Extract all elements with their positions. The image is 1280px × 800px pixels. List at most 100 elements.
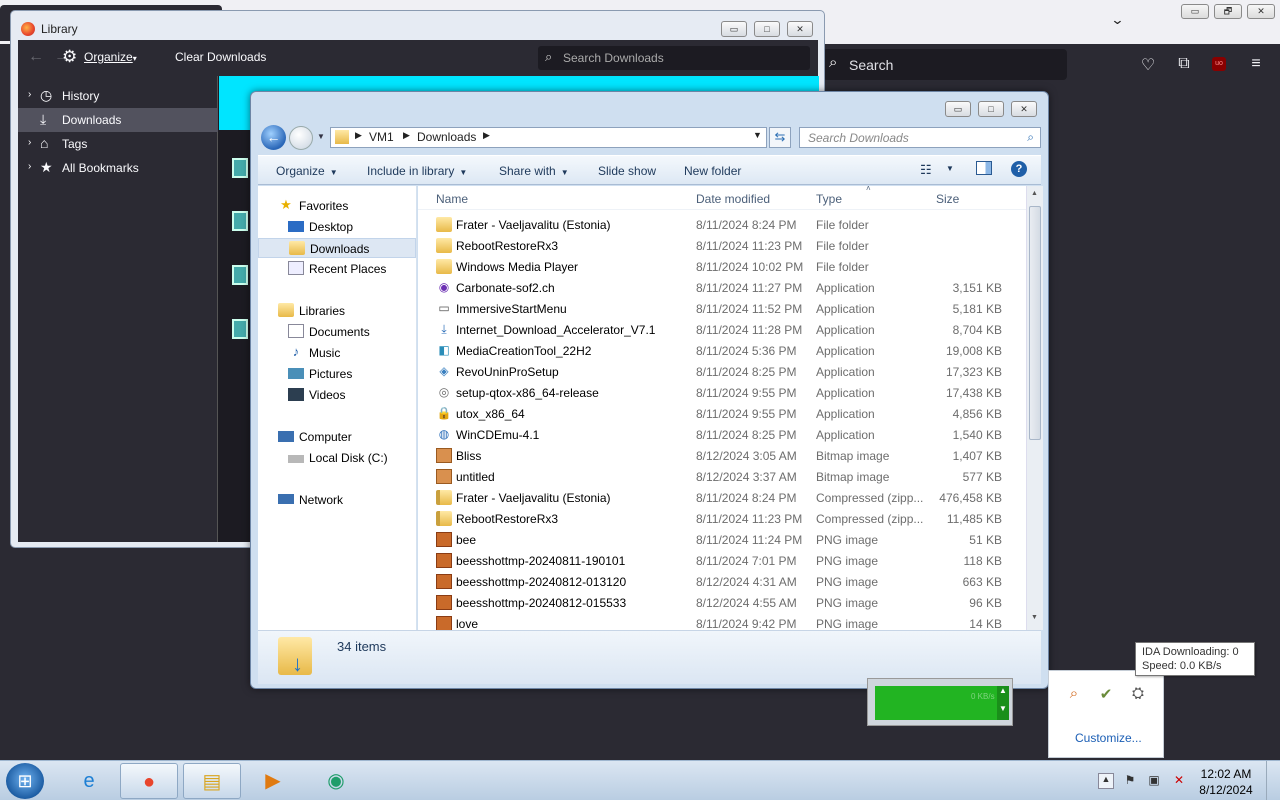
- organize-button[interactable]: ⚙ Organize▾: [62, 47, 137, 66]
- table-row[interactable]: ◧ MediaCreationTool_22H2 8/11/2024 5:36 PM…: [418, 340, 1018, 361]
- file-explorer-icon[interactable]: ▤: [183, 763, 241, 799]
- pocket-icon[interactable]: ♡: [1138, 55, 1158, 75]
- preview-pane-icon[interactable]: [976, 161, 992, 175]
- clock[interactable]: 12:02 AM 8/12/2024: [1196, 766, 1256, 798]
- address-bar[interactable]: ▶ VM1 ▶ Downloads ▶ ▼: [330, 127, 767, 148]
- sidebar-item-history[interactable]: › ◷ History: [18, 84, 218, 108]
- nav-computer[interactable]: Computer: [258, 427, 416, 447]
- firefox-search-input[interactable]: ⌕ Search: [823, 49, 1067, 80]
- nav-videos[interactable]: Videos: [258, 385, 416, 405]
- ida-tray-icon[interactable]: ⛭: [1129, 685, 1147, 703]
- organize-button[interactable]: Organize ▼: [276, 164, 338, 178]
- firefox-icon[interactable]: ●: [120, 763, 178, 799]
- menu-icon[interactable]: ≡: [1246, 55, 1266, 75]
- search-tool-icon[interactable]: ⌕: [1065, 685, 1083, 703]
- refresh-button[interactable]: ⇆: [769, 127, 791, 148]
- library-maximize-button[interactable]: □: [754, 21, 780, 37]
- internet-explorer-icon[interactable]: e: [60, 763, 118, 799]
- table-row[interactable]: ◎ setup-qtox-x86_64-release 8/11/2024 9:55…: [418, 382, 1018, 403]
- table-row[interactable]: Frater - Vaeljavalitu (Estonia) 8/11/2024…: [418, 487, 1018, 508]
- scroll-down-icon[interactable]: ▼: [1031, 614, 1038, 621]
- nav-network[interactable]: Network: [258, 490, 416, 510]
- table-row[interactable]: beesshottmp-20240811-190101 8/11/2024 7:0…: [418, 550, 1018, 571]
- library-minimize-button[interactable]: ▭: [721, 21, 747, 37]
- nav-downloads[interactable]: Downloads: [258, 238, 416, 258]
- table-row[interactable]: ▭ ImmersiveStartMenu 8/11/2024 11:52 PM App…: [418, 298, 1018, 319]
- media-player-icon[interactable]: ▶: [244, 763, 302, 799]
- table-row[interactable]: beesshottmp-20240812-015533 8/12/2024 4:5…: [418, 592, 1018, 613]
- forward-button[interactable]: [289, 126, 313, 150]
- show-hidden-icons-button[interactable]: ▲: [1098, 773, 1114, 789]
- breadcrumb-downloads[interactable]: Downloads: [417, 130, 476, 144]
- restore-button[interactable]: 🗗: [1214, 4, 1242, 19]
- table-row[interactable]: RebootRestoreRx3 8/11/2024 11:23 PM File f…: [418, 235, 1018, 256]
- minimize-button[interactable]: ▭: [1181, 4, 1209, 19]
- explorer-minimize-button[interactable]: ▭: [945, 101, 971, 117]
- share-with-button[interactable]: Share with ▼: [499, 164, 569, 178]
- column-name[interactable]: Name: [436, 192, 468, 206]
- table-row[interactable]: RebootRestoreRx3 8/11/2024 11:23 PM Compre…: [418, 508, 1018, 529]
- action-center-flag-icon[interactable]: ⚑: [1122, 773, 1138, 789]
- nav-libraries[interactable]: Libraries: [258, 301, 416, 321]
- table-row[interactable]: ◉ Carbonate-sof2.ch 8/11/2024 11:27 PM Appl…: [418, 277, 1018, 298]
- vertical-scrollbar[interactable]: ▲ ▼: [1026, 186, 1043, 630]
- ida-dropdown[interactable]: ▲ ▼: [997, 686, 1009, 720]
- table-row[interactable]: Bliss 8/12/2024 3:05 AM Bitmap image 1,407 …: [418, 445, 1018, 466]
- breadcrumb-vm1[interactable]: VM1: [369, 130, 394, 144]
- table-row[interactable]: ◈ RevoUninProSetup 8/11/2024 8:25 PM Applic…: [418, 361, 1018, 382]
- nav-documents[interactable]: Documents: [258, 322, 416, 342]
- table-row[interactable]: beesshottmp-20240812-013120 8/12/2024 4:3…: [418, 571, 1018, 592]
- table-row[interactable]: ⤓ Internet_Download_Accelerator_V7.1 8/11/…: [418, 319, 1018, 340]
- customize-link[interactable]: Customize...: [1075, 731, 1142, 745]
- include-in-library-button[interactable]: Include in library ▼: [367, 164, 467, 178]
- back-button[interactable]: ←: [261, 125, 286, 150]
- table-row[interactable]: love 8/11/2024 9:42 PM PNG image 14 KB: [418, 613, 1018, 630]
- sidebar-item-all-bookmarks[interactable]: › ★ All Bookmarks: [18, 156, 218, 180]
- recent-pages-dropdown-icon[interactable]: ▼: [317, 132, 325, 141]
- column-type[interactable]: Type: [816, 192, 842, 206]
- scroll-up-icon[interactable]: ▲: [1031, 190, 1038, 197]
- nav-recent-places[interactable]: Recent Places: [258, 259, 416, 279]
- table-row[interactable]: Frater - Vaeljavalitu (Estonia) 8/11/2024…: [418, 214, 1018, 235]
- explorer-maximize-button[interactable]: □: [978, 101, 1004, 117]
- change-view-icon[interactable]: ☷: [920, 162, 932, 178]
- sidebar-item-downloads[interactable]: ⤓ Downloads: [18, 108, 218, 132]
- search-downloads-input[interactable]: ⌕ Search Downloads: [538, 46, 810, 70]
- nav-favorites[interactable]: ★ Favorites: [258, 196, 416, 216]
- close-button[interactable]: ✕: [1247, 4, 1275, 19]
- column-size[interactable]: Size: [936, 192, 959, 206]
- app-window-icon: ▭: [438, 301, 450, 315]
- ublock-icon[interactable]: uo: [1212, 57, 1226, 71]
- app-icon[interactable]: ◉: [307, 763, 365, 799]
- list-all-tabs-icon[interactable]: ⌄: [1110, 12, 1124, 28]
- ida-drop-target[interactable]: 0 KB/s ▲ ▼: [867, 678, 1013, 726]
- library-close-button[interactable]: ✕: [787, 21, 813, 37]
- nav-music[interactable]: ♪ Music: [258, 343, 416, 363]
- column-date-modified[interactable]: Date modified: [696, 192, 770, 206]
- help-icon[interactable]: ?: [1011, 161, 1027, 177]
- volume-muted-icon[interactable]: ✕: [1171, 773, 1187, 789]
- view-options-dropdown-icon[interactable]: ▼: [946, 164, 954, 173]
- table-row[interactable]: ◍ WinCDEmu-4.1 8/11/2024 8:25 PM Applicatio…: [418, 424, 1018, 445]
- tray-app-icon[interactable]: ✔: [1097, 685, 1115, 703]
- clear-downloads-button[interactable]: Clear Downloads: [175, 50, 266, 64]
- table-row[interactable]: bee 8/11/2024 11:24 PM PNG image 51 KB: [418, 529, 1018, 550]
- network-icon[interactable]: ▣: [1146, 773, 1162, 789]
- address-dropdown-icon[interactable]: ▼: [753, 130, 762, 140]
- extensions-icon[interactable]: ⧉: [1174, 55, 1194, 75]
- slide-show-button[interactable]: Slide show: [598, 164, 656, 178]
- nav-local-disk[interactable]: Local Disk (C:): [258, 448, 416, 468]
- new-folder-button[interactable]: New folder: [684, 164, 741, 178]
- start-button[interactable]: ⊞: [6, 763, 44, 799]
- search-downloads-input[interactable]: Search Downloads ⌕: [799, 127, 1041, 148]
- table-row[interactable]: 🔒 utox_x86_64 8/11/2024 9:55 PM Application…: [418, 403, 1018, 424]
- nav-desktop[interactable]: Desktop: [258, 217, 416, 237]
- nav-pictures[interactable]: Pictures: [258, 364, 416, 384]
- explorer-close-button[interactable]: ✕: [1011, 101, 1037, 117]
- scrollbar-thumb[interactable]: [1029, 206, 1041, 440]
- table-row[interactable]: Windows Media Player 8/11/2024 10:02 PM Fi…: [418, 256, 1018, 277]
- back-arrow-icon[interactable]: ←: [28, 48, 44, 66]
- table-row[interactable]: untitled 8/12/2024 3:37 AM Bitmap image 577…: [418, 466, 1018, 487]
- sidebar-item-tags[interactable]: › ⌂ Tags: [18, 132, 218, 156]
- show-desktop-button[interactable]: [1266, 761, 1280, 800]
